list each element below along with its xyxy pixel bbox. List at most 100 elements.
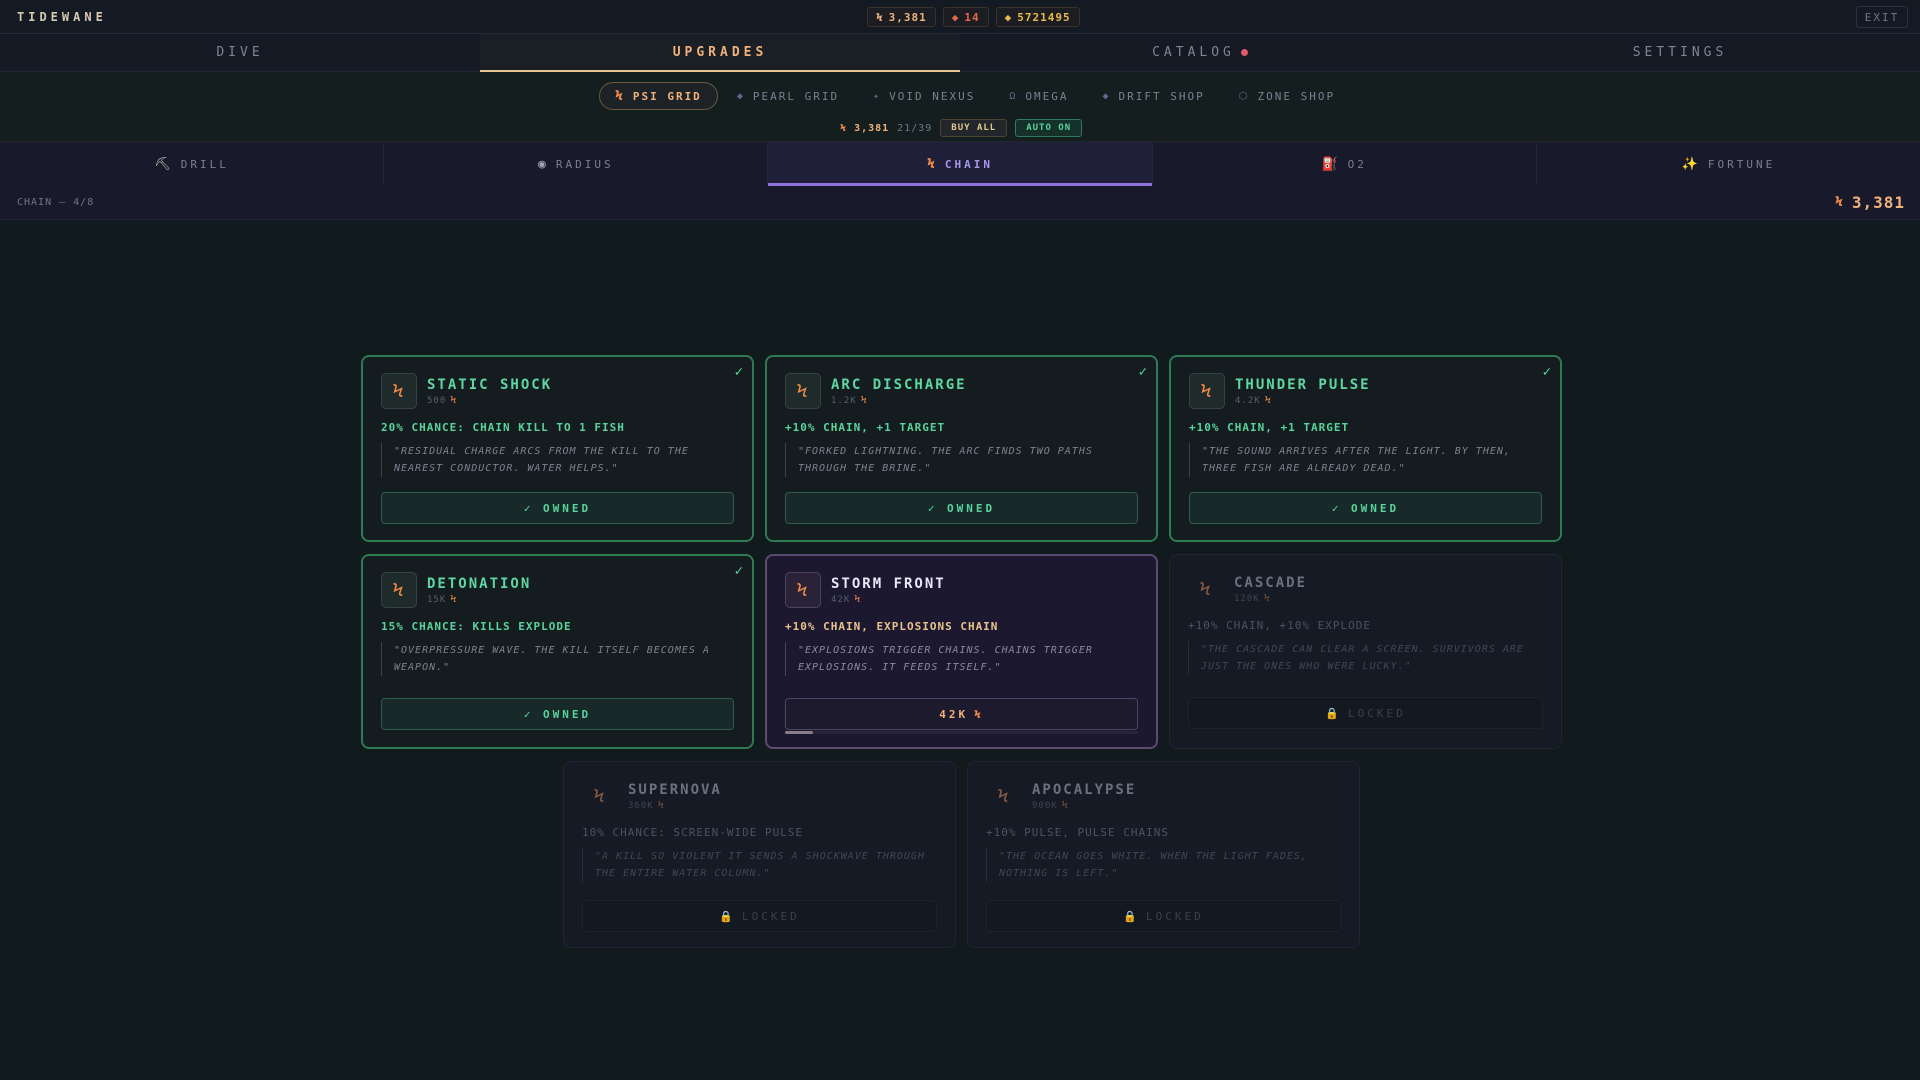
upgrade-effect: +10% CHAIN, +1 TARGET — [785, 421, 946, 434]
locked-button: 🔒 LOCKED — [582, 900, 937, 932]
check-icon: ✓ — [734, 364, 743, 380]
diamond-icon: ◆ — [951, 10, 960, 24]
exit-button[interactable]: EXIT — [1856, 6, 1908, 28]
main-nav: DIVE UPGRADES CATALOG SETTINGS — [0, 34, 1920, 72]
bolt-icon: ϟ — [615, 88, 625, 104]
upgrade-card-cascade[interactable]: ϟ CASCADE 120K ϟ +10% CHAIN, +10% EXPLODE… — [1169, 554, 1562, 749]
category-progress: CHAIN — 4/8 ϟ 3,381 — [0, 186, 1920, 220]
category-tab-drill[interactable]: ⛏ DRILL — [0, 142, 385, 186]
gold-amount: 5721495 — [1017, 10, 1071, 24]
upgrade-title: ARC DISCHARGE — [831, 377, 967, 393]
buy-upgrade-button[interactable]: 42K ϟ — [785, 698, 1138, 730]
tank-icon: ⛽ — [1321, 156, 1341, 172]
locked-button: 🔒 LOCKED — [1188, 697, 1543, 729]
upgrade-flavor-text: "THE SOUND ARRIVES AFTER THE LIGHT. BY T… — [1189, 443, 1542, 477]
sparkle-icon: ✨ — [1681, 156, 1701, 172]
top-bar: TIDEWANE ϟ 3,381 ◆ 14 ◆ 5721495 EXIT — [0, 0, 1920, 34]
upgrade-flavor-text: "EXPLOSIONS TRIGGER CHAINS. CHAINS TRIGG… — [785, 642, 1138, 676]
upgrade-cost: 360K ϟ — [628, 800, 665, 811]
bolt-icon: ϟ — [450, 594, 458, 605]
sparkle-icon: ✦ — [873, 90, 882, 102]
bolt-icon: ϟ — [785, 572, 821, 608]
buy-all-button[interactable]: BUY ALL — [940, 119, 1008, 137]
tab-catalog[interactable]: CATALOG — [960, 34, 1440, 71]
bolt-icon: ϟ — [381, 572, 417, 608]
bolt-icon: ϟ — [854, 594, 862, 605]
category-tab-chain[interactable]: ϟ CHAIN — [768, 142, 1153, 186]
subtab-omega[interactable]: Ω OMEGA — [994, 82, 1083, 110]
upgrade-title: STORM FRONT — [831, 576, 946, 592]
category-tab-o2[interactable]: ⛽ O2 — [1153, 142, 1537, 186]
upgrade-effect: 15% CHANCE: KILLS EXPLODE — [381, 620, 572, 633]
subtab-psi-grid[interactable]: ϟ PSI GRID — [599, 82, 718, 110]
upgrade-effect: +10% CHAIN, +1 TARGET — [1189, 421, 1350, 434]
bolt-icon: ϟ — [1835, 195, 1844, 210]
upgrade-card-thunder-pulse[interactable]: ✓ ϟ THUNDER PULSE 4.2K ϟ +10% CHAIN, +1 T… — [1169, 355, 1562, 542]
tab-settings[interactable]: SETTINGS — [1440, 34, 1920, 71]
progress-fill — [785, 731, 814, 734]
subtab-pearl-grid[interactable]: ◆ PEARL GRID — [722, 82, 854, 110]
owned-button: ✓ OWNED — [785, 492, 1138, 524]
upgrade-card-supernova[interactable]: ϟ SUPERNOVA 360K ϟ 10% CHANCE: SCREEN-WID… — [563, 761, 956, 948]
category-tab-fortune[interactable]: ✨ FORTUNE — [1537, 142, 1920, 186]
affordability-progress — [785, 731, 1138, 734]
diamond-icon: ◆ — [1102, 90, 1111, 102]
lock-icon: 🔒 — [1123, 909, 1140, 923]
upgrade-card-detonation[interactable]: ✓ ϟ DETONATION 15K ϟ 15% CHANCE: KILLS EX… — [361, 554, 754, 749]
grid-summary: ϟ 3,381 21/39 BUY ALL AUTO ON — [840, 119, 1083, 137]
omega-icon: Ω — [1009, 90, 1018, 102]
bolt-icon: ϟ — [997, 785, 1011, 807]
bolt-icon: ϟ — [974, 707, 984, 721]
owned-button: ✓ OWNED — [1189, 492, 1542, 524]
subtab-void-nexus[interactable]: ✦ VOID NEXUS — [858, 82, 990, 110]
gold-resource: ◆ 5721495 — [995, 7, 1080, 27]
grid-balance: ϟ 3,381 — [840, 122, 890, 134]
pickaxe-icon: ⛏ — [154, 156, 174, 172]
category-progress-label: CHAIN — 4/8 — [17, 197, 95, 208]
owned-button: ✓ OWNED — [381, 698, 734, 730]
upgrade-card-static-shock[interactable]: ✓ ϟ STATIC SHOCK 500 ϟ 20% CHANCE: CHAIN … — [361, 355, 754, 542]
upgrade-card-arc-discharge[interactable]: ✓ ϟ ARC DISCHARGE 1.2K ϟ +10% CHAIN, +1 T… — [765, 355, 1158, 542]
psi-balance: ϟ 3,381 — [1835, 193, 1905, 212]
bolt-icon: ϟ — [1199, 578, 1213, 600]
auto-toggle[interactable]: AUTO ON — [1015, 119, 1083, 137]
upgrade-effect: +10% CHAIN, +10% EXPLODE — [1188, 619, 1371, 632]
tab-upgrades[interactable]: UPGRADES — [480, 34, 960, 72]
upgrade-card-storm-front[interactable]: ϟ STORM FRONT 42K ϟ +10% CHAIN, EXPLOSION… — [765, 554, 1158, 749]
upgrade-effect: 10% CHANCE: SCREEN-WIDE PULSE — [582, 826, 804, 839]
bolt-icon: ϟ — [785, 373, 821, 409]
psi-amount: 3,381 — [888, 10, 927, 24]
upgrade-effect: +10% CHAIN, EXPLOSIONS CHAIN — [785, 620, 999, 633]
upgrade-grid-tabs: ϟ PSI GRID ◆ PEARL GRID ✦ VOID NEXUS Ω OMEGA… — [599, 82, 1350, 110]
check-icon: ✓ — [1542, 364, 1551, 380]
upgrade-cost: 120K ϟ — [1234, 593, 1271, 604]
upgrade-cost: 42K ϟ — [831, 594, 862, 605]
subtab-zone-shop[interactable]: ⬡ ZONE SHOP — [1224, 82, 1350, 110]
upgrade-title: SUPERNOVA — [628, 782, 722, 798]
upgrade-title: CASCADE — [1234, 575, 1308, 591]
sub-nav: ϟ PSI GRID ◆ PEARL GRID ✦ VOID NEXUS Ω OMEGA… — [0, 72, 1920, 142]
upgrade-card-apocalypse[interactable]: ϟ APOCALYPSE 900K ϟ +10% PULSE, PULSE CHA… — [967, 761, 1360, 948]
bolt-icon: ϟ — [860, 395, 868, 406]
category-tab-radius[interactable]: ◉ RADIUS — [384, 142, 769, 186]
check-icon: ✓ — [734, 563, 743, 579]
bolt-icon: ϟ — [876, 10, 884, 24]
pearl-resource: ◆ 14 — [942, 7, 989, 27]
check-icon: ✓ — [1138, 364, 1147, 380]
target-icon: ◉ — [538, 156, 549, 172]
upgrade-flavor-text: "RESIDUAL CHARGE ARCS FROM THE KILL TO T… — [381, 443, 734, 477]
bolt-icon: ϟ — [927, 156, 938, 172]
bolt-icon: ϟ — [1061, 800, 1069, 811]
upgrade-cost: 1.2K ϟ — [831, 395, 868, 406]
lock-icon: 🔒 — [1325, 706, 1342, 720]
hexagon-icon: ⬡ — [1238, 90, 1250, 102]
bolt-icon: ϟ — [657, 800, 665, 811]
locked-button: 🔒 LOCKED — [986, 900, 1341, 932]
bolt-icon: ϟ — [381, 373, 417, 409]
upgrade-cost: 900K ϟ — [1032, 800, 1069, 811]
tab-dive[interactable]: DIVE — [0, 34, 480, 71]
upgrade-effect: +10% PULSE, PULSE CHAINS — [986, 826, 1169, 839]
subtab-drift-shop[interactable]: ◆ DRIFT SHOP — [1088, 82, 1220, 110]
upgrade-flavor-text: "OVERPRESSURE WAVE. THE KILL ITSELF BECO… — [381, 642, 734, 676]
psi-resource: ϟ 3,381 — [867, 7, 936, 27]
